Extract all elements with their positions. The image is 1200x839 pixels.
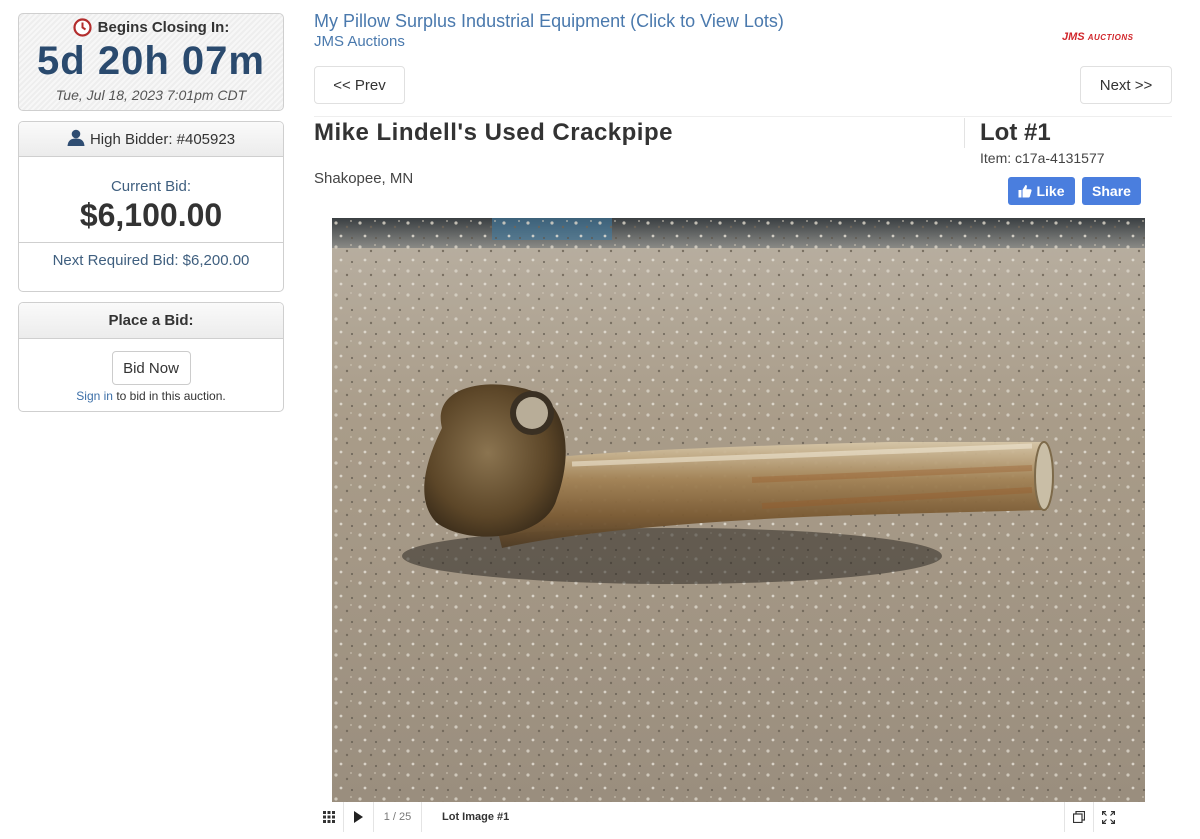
facebook-like-button[interactable]: Like <box>1008 177 1075 205</box>
image-caption: Lot Image #1 <box>442 811 510 823</box>
thumbs-up-icon <box>1018 184 1033 198</box>
popout-icon <box>1073 811 1085 823</box>
grid-icon <box>322 811 335 823</box>
auction-house-link[interactable]: JMS Auctions <box>314 33 405 50</box>
auction-title-link[interactable]: My Pillow Surplus Industrial Equipment (… <box>314 11 784 32</box>
image-viewer-toolbar: 1 / 25 Lot Image #1 <box>314 802 1122 832</box>
lot-separator <box>964 118 965 148</box>
facebook-share-button[interactable]: Share <box>1082 177 1141 205</box>
next-lot-button[interactable]: Next >> <box>1080 66 1172 104</box>
high-bidder-text: High Bidder: #405923 <box>89 130 236 148</box>
item-id: Item: c17a-4131577 <box>980 150 1105 166</box>
countdown-timer: 5d 20h 07m <box>37 39 265 83</box>
lot-title: Mike Lindell's Used Crackpipe <box>314 119 673 146</box>
high-bidder-row: High Bidder: #405923 <box>19 122 283 157</box>
jms-auctions-logo[interactable]: JMS AUCTIONS <box>1062 31 1133 43</box>
like-label: Like <box>1036 183 1065 199</box>
current-bid-value: $6,100.00 <box>79 197 223 233</box>
popout-button[interactable] <box>1064 802 1093 832</box>
countdown-heading: Begins Closing In: <box>19 18 283 37</box>
countdown-panel: Begins Closing In: 5d 20h 07m Tue, Jul 1… <box>18 13 284 111</box>
lot-image[interactable] <box>332 218 1145 802</box>
thumbnail-grid-button[interactable] <box>314 802 344 832</box>
fullscreen-icon <box>1101 810 1115 824</box>
bid-info-panel: High Bidder: #405923 Current Bid: $6,100… <box>18 121 284 292</box>
play-icon <box>354 811 363 823</box>
lot-location: Shakopee, MN <box>314 170 414 187</box>
bid-now-button[interactable]: Bid Now <box>111 351 191 385</box>
lot-number: Lot #1 <box>980 119 1051 146</box>
logo-main: JMS <box>1062 31 1085 43</box>
sign-in-text: to bid in this auction. <box>112 389 226 403</box>
current-bid-label: Current Bid: <box>110 178 192 195</box>
next-required-bid: Next Required Bid: $6,200.00 <box>52 252 250 269</box>
countdown-heading-text: Begins Closing In: <box>97 19 230 36</box>
header-divider <box>314 116 1172 117</box>
bid-divider <box>19 242 283 243</box>
place-bid-panel: Place a Bid: Bid Now Sign in to bid in t… <box>18 302 284 412</box>
prev-lot-button[interactable]: << Prev <box>314 66 405 104</box>
user-icon <box>67 129 85 146</box>
closing-date: Tue, Jul 18, 2023 7:01pm CDT <box>55 87 247 103</box>
clock-icon <box>73 18 92 37</box>
sign-in-prompt: Sign in to bid in this auction. <box>19 389 283 403</box>
slideshow-play-button[interactable] <box>344 802 374 832</box>
image-counter: 1 / 25 <box>374 802 422 832</box>
place-bid-heading: Place a Bid: <box>19 303 283 339</box>
logo-sub: AUCTIONS <box>1087 33 1134 42</box>
sign-in-link[interactable]: Sign in <box>76 389 113 403</box>
fullscreen-button[interactable] <box>1093 802 1122 832</box>
